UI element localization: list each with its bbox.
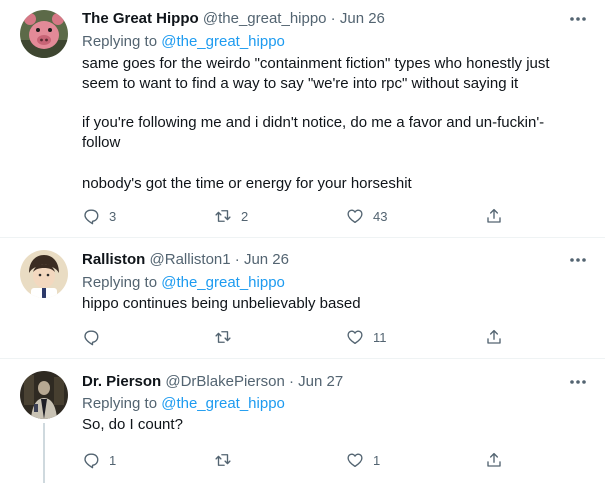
share-icon [487,329,501,344]
anime-avatar-icon [20,250,68,298]
display-name[interactable]: Dr. Pierson [82,373,161,390]
more-button[interactable] [566,372,590,392]
retweet-icon [215,331,231,343]
handle[interactable]: @the_great_hippo [203,10,327,27]
replying-to: Replying to @the_great_hippo [82,273,285,293]
handle[interactable]: @Ralliston1 [150,251,231,268]
timestamp[interactable]: Jun 26 [340,10,385,27]
tweet-text-line: So, do I count? [82,416,183,433]
separator: · [326,10,340,27]
separator: · [284,373,299,390]
reply-count: 3 [109,208,117,224]
like-button[interactable]: 1 [346,450,380,470]
tweet-text-line: seem to want to find a way to say "we're… [82,75,519,92]
like-button[interactable]: 43 [346,206,387,226]
tweet-header: Dr. Pierson @DrBlakePierson · Jun 27 [82,372,343,392]
reply-button[interactable]: 1 [82,450,116,470]
tweet-text-line: hippo continues being unbelievably based [82,295,361,312]
separator: · [230,251,244,268]
retweet-button[interactable]: 2 [214,206,248,226]
handle[interactable]: @DrBlakePierson [165,373,284,390]
reply-button[interactable]: 3 [82,206,116,226]
like-icon [347,453,363,468]
share-button[interactable] [485,206,503,226]
share-icon [487,208,501,223]
reply-count: 1 [109,452,117,468]
avatar[interactable] [20,10,68,58]
share-button[interactable] [485,450,503,470]
tweet-header: The Great Hippo @the_great_hippo · Jun 2… [82,9,385,29]
tweet[interactable]: Ralliston @Ralliston1 · Jun 26 Replying … [0,238,605,358]
tweet-text-line: follow [82,134,121,151]
more-icon [570,17,586,21]
like-icon [347,330,363,345]
like-count: 11 [373,329,387,345]
tweet-header: Ralliston @Ralliston1 · Jun 26 [82,250,289,270]
replying-to: Replying to @the_great_hippo [82,32,285,52]
share-button[interactable] [485,327,503,347]
doctor-avatar-icon [20,371,68,419]
like-count: 43 [373,208,388,224]
tweet-text-line: if you're following me and i didn't noti… [82,114,545,131]
retweet-button[interactable] [214,450,241,470]
reply-button[interactable] [82,327,109,347]
retweet-icon [215,210,231,222]
replying-to-label: Replying to [82,274,162,291]
reply-icon [84,453,99,469]
avatar[interactable] [20,371,68,419]
timestamp[interactable]: Jun 27 [298,373,343,390]
avatar[interactable] [20,250,68,298]
tweet-text-line: nobody's got the time or energy for your… [82,175,412,192]
mention-link[interactable]: @the_great_hippo [161,274,285,291]
retweet-icon [215,454,231,466]
reply-icon [84,209,99,225]
retweet-count: 2 [241,208,249,224]
thread-line [43,423,45,483]
share-icon [487,452,501,467]
reply-icon [84,330,99,346]
display-name[interactable]: Ralliston [82,251,145,268]
mention-link[interactable]: @the_great_hippo [161,395,285,412]
replying-to: Replying to @the_great_hippo [82,394,285,414]
like-count: 1 [373,452,381,468]
more-button[interactable] [566,250,590,270]
display-name[interactable]: The Great Hippo [82,10,199,27]
pig-avatar-icon [20,10,68,58]
tweet-text-line: same goes for the weirdo "containment fi… [82,55,550,72]
more-button[interactable] [566,9,590,29]
tweet[interactable]: Dr. Pierson @DrBlakePierson · Jun 27 Rep… [0,359,605,483]
more-icon [570,380,586,384]
replying-to-label: Replying to [82,395,162,412]
more-icon [570,258,586,262]
like-icon [347,209,363,224]
replying-to-label: Replying to [82,33,162,50]
like-button[interactable]: 11 [346,327,387,347]
retweet-button[interactable] [214,327,241,347]
tweet[interactable]: The Great Hippo @the_great_hippo · Jun 2… [0,0,605,237]
mention-link[interactable]: @the_great_hippo [161,33,285,50]
timestamp[interactable]: Jun 26 [244,251,289,268]
